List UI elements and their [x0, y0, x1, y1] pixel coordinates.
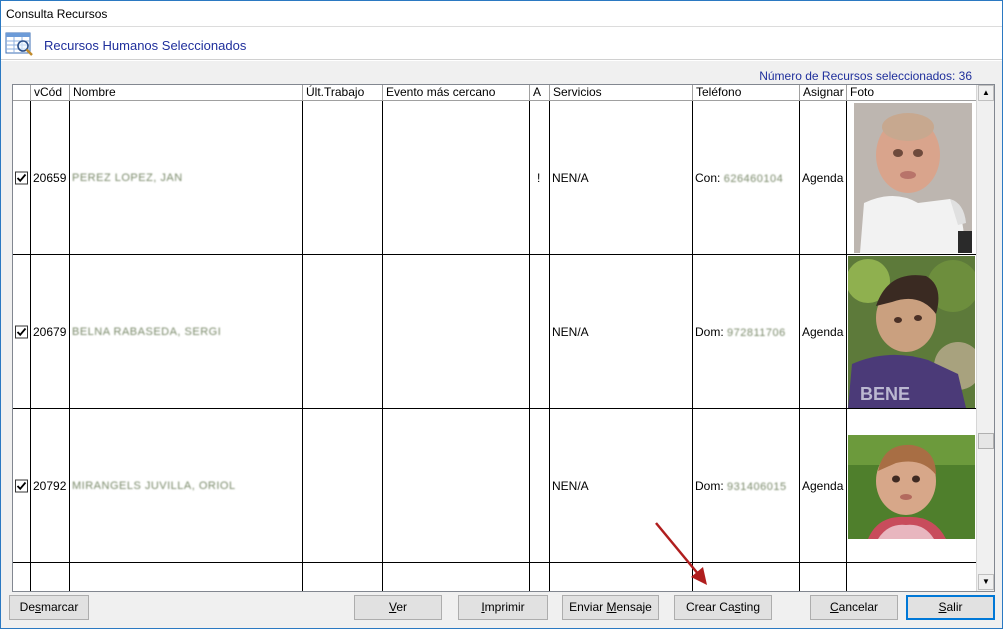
- row-a-flag: !: [530, 101, 550, 254]
- row-name: MIRANGELS JUVILLA, ORIOL: [70, 409, 303, 562]
- salir-button[interactable]: Salir: [906, 595, 995, 620]
- row-checkbox-cell[interactable]: [13, 255, 31, 408]
- row-name: BELNA RABASEDA, SERGI: [70, 255, 303, 408]
- resources-grid[interactable]: vCód Nombre Últ.Trabajo Evento más cerca…: [12, 84, 995, 592]
- row-assign-link[interactable]: Agenda: [800, 409, 847, 562]
- row-checkbox-cell[interactable]: [13, 101, 31, 254]
- table-row[interactable]: 20679 BELNA RABASEDA, SERGI NEN/A Dom: 9…: [13, 255, 977, 409]
- crear-casting-button[interactable]: Crear Casting: [674, 595, 772, 620]
- table-row[interactable]: 20659 PEREZ LOPEZ, JAN ! NEN/A Con: 6264…: [13, 101, 977, 255]
- portrait-toddler-3-photo: [848, 435, 975, 539]
- content-area: Número de Recursos seleccionados: 36 vCó…: [1, 61, 1002, 628]
- column-header-a[interactable]: A: [530, 85, 550, 101]
- column-header-assign[interactable]: Asignar: [800, 85, 847, 101]
- row-code: [31, 563, 70, 591]
- row-a-flag: [530, 255, 550, 408]
- row-checkbox[interactable]: [15, 171, 28, 184]
- column-header-event[interactable]: Evento más cercano: [383, 85, 530, 101]
- row-a-flag: [530, 409, 550, 562]
- row-last-job: [303, 101, 383, 254]
- row-checkbox-cell[interactable]: [13, 563, 31, 591]
- title-bar: Consulta Recursos: [1, 1, 1002, 27]
- consulta-recursos-window: Consulta Recursos Recursos Humanos Selec…: [0, 0, 1003, 629]
- column-header-name[interactable]: Nombre: [70, 85, 303, 101]
- row-checkbox[interactable]: [15, 479, 28, 492]
- ver-button[interactable]: Ver: [354, 595, 442, 620]
- column-header-photo[interactable]: Foto: [847, 85, 977, 101]
- row-code: 20659: [31, 101, 70, 254]
- row-event: [383, 255, 530, 408]
- svg-text:BENE: BENE: [860, 384, 910, 404]
- portrait-child-2-photo: BENE: [848, 256, 975, 408]
- enviar-mensaje-button[interactable]: Enviar Mensaje: [562, 595, 659, 620]
- column-header-services[interactable]: Servicios: [550, 85, 693, 101]
- row-code: 20792: [31, 409, 70, 562]
- row-services: NEN/A: [550, 255, 693, 408]
- table-row[interactable]: [13, 563, 977, 591]
- cancelar-button[interactable]: Cancelar: [810, 595, 898, 620]
- row-photo-cell: [847, 101, 977, 254]
- section-header: Recursos Humanos Seleccionados: [1, 28, 1002, 60]
- window-title: Consulta Recursos: [6, 7, 108, 21]
- row-last-job: [303, 409, 383, 562]
- table-row[interactable]: 20792 MIRANGELS JUVILLA, ORIOL NEN/A Dom…: [13, 409, 977, 563]
- table-search-icon: [5, 31, 35, 57]
- row-event: [383, 101, 530, 254]
- row-assign-link[interactable]: Agenda: [800, 255, 847, 408]
- vertical-scrollbar[interactable]: ▲ ▼: [976, 85, 994, 591]
- row-code: 20679: [31, 255, 70, 408]
- column-header-code[interactable]: vCód: [31, 85, 70, 101]
- selected-count-label: Número de Recursos seleccionados: 36: [759, 69, 972, 83]
- row-event: [383, 409, 530, 562]
- row-last-job: [303, 255, 383, 408]
- row-assign-link[interactable]: [800, 563, 847, 591]
- row-name: [70, 563, 303, 591]
- grid-header: vCód Nombre Últ.Trabajo Evento más cerca…: [13, 85, 977, 101]
- row-phone: Dom: 972811706: [693, 255, 800, 408]
- row-last-job: [303, 563, 383, 591]
- row-phone: Con: 626460104: [693, 101, 800, 254]
- portrait-baby-1-photo: [854, 103, 972, 253]
- scroll-thumb[interactable]: [978, 433, 994, 449]
- row-a-flag: [530, 563, 550, 591]
- section-title: Recursos Humanos Seleccionados: [44, 38, 247, 53]
- row-event: [383, 563, 530, 591]
- row-name: PEREZ LOPEZ, JAN: [70, 101, 303, 254]
- imprimir-button[interactable]: Imprimir: [458, 595, 548, 620]
- row-photo-cell: [847, 563, 977, 591]
- row-services: NEN/A: [550, 101, 693, 254]
- row-checkbox-cell[interactable]: [13, 409, 31, 562]
- annotation-arrow-icon: [655, 522, 707, 585]
- row-assign-link[interactable]: Agenda: [800, 101, 847, 254]
- column-header-last-job[interactable]: Últ.Trabajo: [303, 85, 383, 101]
- scroll-down-arrow-icon[interactable]: ▼: [978, 574, 994, 590]
- scroll-up-arrow-icon[interactable]: ▲: [978, 85, 994, 101]
- row-checkbox[interactable]: [15, 325, 28, 338]
- row-photo-cell: [847, 409, 977, 562]
- column-header-check[interactable]: [13, 85, 31, 101]
- row-photo-cell: BENE: [847, 255, 977, 408]
- column-header-phone[interactable]: Teléfono: [693, 85, 800, 101]
- desmarcar-button[interactable]: Desmarcar: [9, 595, 89, 620]
